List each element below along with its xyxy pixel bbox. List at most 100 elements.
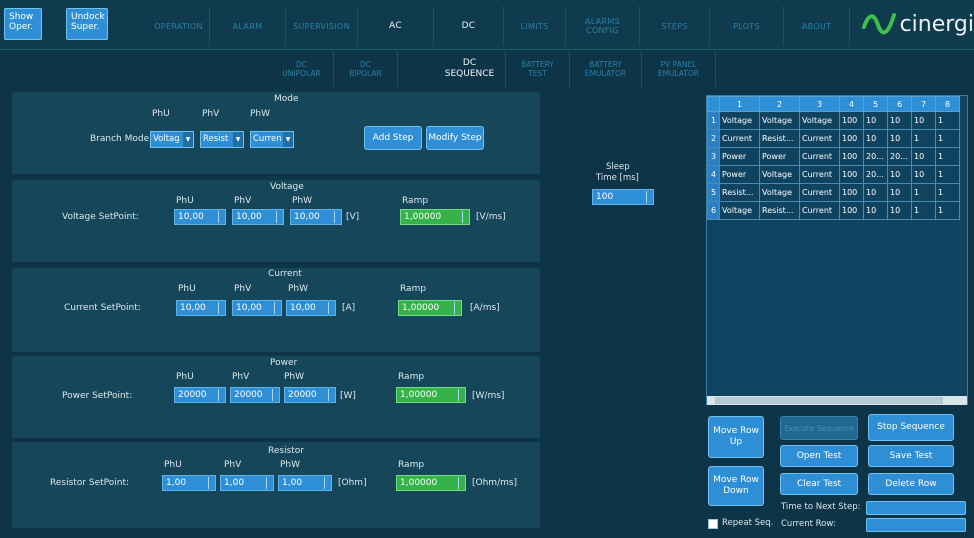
branch-mode-phv-select[interactable]: Resist ▼ <box>200 131 244 148</box>
table-cell[interactable]: Voltage <box>799 111 840 130</box>
table-col-header[interactable]: 5 <box>863 96 888 112</box>
add-step-button[interactable]: Add Step <box>364 126 422 150</box>
sleep-time-input[interactable]: 100 <box>592 189 654 205</box>
table-cell[interactable]: Current <box>799 129 840 148</box>
current-phv-input[interactable]: 10,00 <box>232 300 282 316</box>
tab-alarms-config[interactable]: ALARMS CONFIG <box>566 6 640 46</box>
table-col-header[interactable]: 3 <box>799 96 840 112</box>
table-row[interactable]: 3 Power Power Current 100 20... 20... 10 1 <box>707 147 960 166</box>
table-cell[interactable]: 100 <box>839 129 864 148</box>
table-cell[interactable]: 10 <box>887 201 912 220</box>
execute-sequence-button[interactable]: Execute Sequence <box>780 416 858 440</box>
power-phu-input[interactable]: 20000 <box>174 387 226 403</box>
table-cell[interactable]: 10 <box>863 129 888 148</box>
voltage-ramp-input[interactable]: 1,00000 <box>400 209 470 225</box>
show-oper-button[interactable]: Show Oper. <box>4 8 42 40</box>
table-cell[interactable]: 10 <box>911 111 936 130</box>
undock-super-button[interactable]: Undock Super. <box>66 8 108 40</box>
resistor-phw-input[interactable]: 1,00 <box>278 475 332 491</box>
table-row[interactable]: 4 Power Voltage Current 100 20... 10 10 1 <box>707 165 960 184</box>
table-cell[interactable]: 1 <box>911 129 936 148</box>
table-cell[interactable]: 10 <box>863 183 888 202</box>
table-row-header[interactable]: 6 <box>707 201 720 220</box>
table-cell[interactable]: 10 <box>911 147 936 166</box>
table-cell[interactable]: 1 <box>935 165 960 184</box>
table-col-header[interactable]: 2 <box>759 96 800 112</box>
table-row[interactable]: 5 Resist... Voltage Current 100 10 10 1 1 <box>707 183 960 202</box>
tab-limits[interactable]: LIMITS <box>504 6 566 46</box>
modify-step-button[interactable]: Modify Step <box>426 126 484 150</box>
table-cell[interactable]: Voltage <box>719 201 760 220</box>
tab-supervision[interactable]: SUPERVISION <box>286 6 358 46</box>
power-phv-input[interactable]: 20000 <box>230 387 280 403</box>
table-cell[interactable]: 1 <box>911 183 936 202</box>
table-cell[interactable]: 1 <box>935 201 960 220</box>
table-cell[interactable]: 100 <box>839 111 864 130</box>
table-cell[interactable]: 20... <box>863 165 888 184</box>
tab-operation[interactable]: OPERATION <box>148 6 210 46</box>
table-cell[interactable]: 1 <box>935 129 960 148</box>
table-cell[interactable]: Current <box>799 183 840 202</box>
table-row-header[interactable]: 4 <box>707 165 720 184</box>
table-cell[interactable]: Voltage <box>759 183 800 202</box>
table-cell[interactable]: 10 <box>911 165 936 184</box>
table-cell[interactable]: 1 <box>935 111 960 130</box>
scrollbar-thumb[interactable] <box>715 397 943 404</box>
save-test-button[interactable]: Save Test <box>868 445 954 467</box>
table-row[interactable]: 1 Voltage Voltage Voltage 100 10 10 10 1 <box>707 111 960 130</box>
table-cell[interactable]: 10 <box>887 165 912 184</box>
voltage-phv-input[interactable]: 10,00 <box>232 209 284 225</box>
table-cell[interactable]: 10 <box>887 129 912 148</box>
table-row-header[interactable]: 5 <box>707 183 720 202</box>
tab-steps[interactable]: STEPS <box>640 6 710 46</box>
resistor-phu-input[interactable]: 1,00 <box>162 475 216 491</box>
subtab-battery-test[interactable]: BATTERY TEST <box>506 51 570 87</box>
table-cell[interactable]: Current <box>799 147 840 166</box>
subtab-dc-sequence[interactable]: DC SEQUENCE <box>434 51 506 87</box>
table-cell[interactable]: 20... <box>887 147 912 166</box>
repeat-seq-checkbox[interactable] <box>708 519 718 529</box>
tab-ac[interactable]: AC <box>358 6 434 46</box>
table-row-header[interactable]: 2 <box>707 129 720 148</box>
table-cell[interactable]: Voltage <box>759 165 800 184</box>
subtab-dc-unipolar[interactable]: DC UNIPOLAR <box>270 51 334 87</box>
subtab-dc-bipolar[interactable]: DC BIPOLAR <box>334 51 398 87</box>
power-phw-input[interactable]: 20000 <box>284 387 336 403</box>
resistor-phv-input[interactable]: 1,00 <box>220 475 274 491</box>
branch-mode-phw-select[interactable]: Curren ▼ <box>250 131 294 148</box>
table-cell[interactable]: Current <box>799 201 840 220</box>
table-cell[interactable]: 100 <box>839 201 864 220</box>
tab-about[interactable]: ABOUT <box>784 6 850 46</box>
table-cell[interactable]: Power <box>759 147 800 166</box>
table-cell[interactable]: Voltage <box>719 111 760 130</box>
table-row[interactable]: 6 Voltage Resist... Current 100 10 10 1 1 <box>707 201 960 220</box>
table-cell[interactable]: Voltage <box>759 111 800 130</box>
table-cell[interactable]: Resist... <box>759 129 800 148</box>
table-col-header[interactable]: 7 <box>911 96 936 112</box>
voltage-phw-input[interactable]: 10,00 <box>290 209 342 225</box>
table-cell[interactable]: 1 <box>935 183 960 202</box>
table-col-header[interactable]: 1 <box>719 96 760 112</box>
table-row-header[interactable]: 3 <box>707 147 720 166</box>
current-ramp-input[interactable]: 1,00000 <box>398 300 462 316</box>
current-phw-input[interactable]: 10,00 <box>286 300 336 316</box>
tab-plots[interactable]: PLOTS <box>710 6 784 46</box>
table-row[interactable]: 2 Current Resist... Current 100 10 10 1 1 <box>707 129 960 148</box>
voltage-phu-input[interactable]: 10,00 <box>174 209 226 225</box>
table-horizontal-scrollbar[interactable] <box>707 396 967 405</box>
table-col-header[interactable]: 8 <box>935 96 960 112</box>
table-cell[interactable]: 100 <box>839 147 864 166</box>
tab-dc[interactable]: DC <box>434 6 504 46</box>
branch-mode-phu-select[interactable]: Voltag ▼ <box>150 131 194 148</box>
table-col-header[interactable]: 6 <box>887 96 912 112</box>
table-cell[interactable]: 100 <box>839 183 864 202</box>
table-cell[interactable]: Resist... <box>759 201 800 220</box>
open-test-button[interactable]: Open Test <box>780 445 858 467</box>
table-cell[interactable]: 1 <box>935 147 960 166</box>
table-cell[interactable]: Current <box>799 165 840 184</box>
power-ramp-input[interactable]: 1,00000 <box>396 387 466 403</box>
stop-sequence-button[interactable]: Stop Sequence <box>868 414 954 441</box>
table-cell[interactable]: 10 <box>863 201 888 220</box>
clear-test-button[interactable]: Clear Test <box>780 473 858 495</box>
table-cell[interactable]: Resist... <box>719 183 760 202</box>
